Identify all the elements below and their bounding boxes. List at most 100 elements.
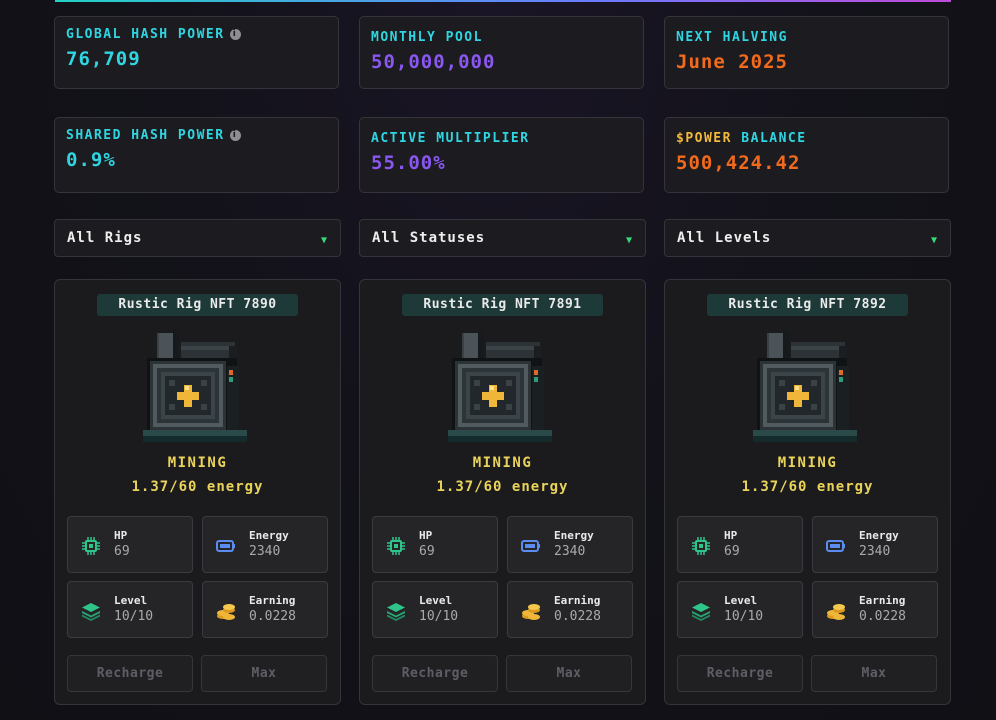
stat-global-hash-power: GLOBAL HASH POWER i 76,709 xyxy=(54,16,339,89)
info-icon[interactable]: i xyxy=(229,130,241,141)
stat-tile-earning: Earning 0.0228 xyxy=(507,581,633,638)
stat-tile-earning: Earning 0.0228 xyxy=(202,581,328,638)
stat-tile-label: Level xyxy=(114,594,148,607)
stat-tile-label: Earning xyxy=(554,594,601,607)
stat-tile-energy: Energy 2340 xyxy=(202,516,328,573)
stat-value: June 2025 xyxy=(676,51,788,73)
filter-rigs-select[interactable]: All Rigs ▼ xyxy=(54,219,341,257)
stat-label: MONTHLY POOL xyxy=(371,30,483,45)
stat-tile-value: 69 xyxy=(724,544,740,559)
stat-label: ACTIVE MULTIPLIER xyxy=(371,131,530,146)
stat-tile-label: Energy xyxy=(859,529,899,542)
stat-value: 50,000,000 xyxy=(371,51,496,73)
top-accent-bar xyxy=(55,0,951,2)
coins-icon xyxy=(827,604,845,620)
stat-label: BALANCE xyxy=(731,131,807,146)
layers-icon xyxy=(692,603,710,621)
rig-card[interactable]: Rustic Rig NFT 7891 MINING 1.37/60 energ… xyxy=(359,279,646,705)
recharge-button[interactable]: Recharge xyxy=(677,655,803,692)
stat-tile-hp: HP 69 xyxy=(67,516,193,573)
rig-title: Rustic Rig NFT 7891 xyxy=(402,294,603,316)
rig-status: MINING xyxy=(472,455,533,471)
stat-tile-value: 2340 xyxy=(249,544,281,559)
layers-icon xyxy=(82,603,100,621)
stat-tile-label: Earning xyxy=(859,594,906,607)
stat-tile-value: 2340 xyxy=(859,544,891,559)
stat-tile-hp: HP 69 xyxy=(372,516,498,573)
chip-icon xyxy=(387,537,405,555)
filter-label: All Rigs xyxy=(67,230,143,246)
recharge-button[interactable]: Recharge xyxy=(67,655,193,692)
rig-title: Rustic Rig NFT 7892 xyxy=(707,294,908,316)
mining-rig-icon xyxy=(448,330,552,442)
stat-label: SHARED HASH POWER xyxy=(66,128,225,143)
filter-label: All Statuses xyxy=(372,230,486,246)
max-button[interactable]: Max xyxy=(201,655,327,692)
rig-card[interactable]: Rustic Rig NFT 7892 MINING 1.37/60 energ… xyxy=(664,279,951,705)
stat-tile-label: Level xyxy=(419,594,453,607)
stat-label: NEXT HALVING xyxy=(676,30,788,45)
stat-label: GLOBAL HASH POWER xyxy=(66,27,225,42)
stat-tile-energy: Energy 2340 xyxy=(812,516,938,573)
recharge-button[interactable]: Recharge xyxy=(372,655,498,692)
mining-rig-icon xyxy=(753,330,857,442)
stat-tile-value: 0.0228 xyxy=(859,609,906,624)
stat-tile-value: 0.0228 xyxy=(249,609,296,624)
stat-tile-label: HP xyxy=(419,529,433,542)
rig-card[interactable]: Rustic Rig NFT 7890 MINING 1.37/60 energ… xyxy=(54,279,341,705)
stat-tile-value: 10/10 xyxy=(419,609,459,624)
filter-label: All Levels xyxy=(677,230,772,246)
battery-icon xyxy=(521,540,540,552)
stat-value: 76,709 xyxy=(66,48,141,70)
chip-icon xyxy=(82,537,100,555)
stat-power-balance: $POWER BALANCE 500,424.42 xyxy=(664,117,949,193)
stat-monthly-pool: MONTHLY POOL 50,000,000 xyxy=(359,16,644,89)
stat-tile-label: Earning xyxy=(249,594,296,607)
stat-tile-value: 10/10 xyxy=(724,609,764,624)
rig-status: MINING xyxy=(167,455,228,471)
stat-tile-value: 2340 xyxy=(554,544,586,559)
rig-title: Rustic Rig NFT 7890 xyxy=(97,294,298,316)
rig-energy-level: 1.37/60 energy xyxy=(131,479,264,495)
stat-active-multiplier: ACTIVE MULTIPLIER 55.00% xyxy=(359,117,644,193)
coins-icon xyxy=(522,604,540,620)
stat-tile-value: 10/10 xyxy=(114,609,154,624)
stat-tile-label: HP xyxy=(114,529,128,542)
stat-value: 0.9% xyxy=(66,149,116,171)
stat-tile-level: Level 10/10 xyxy=(67,581,193,638)
stat-tile-value: 0.0228 xyxy=(554,609,601,624)
stat-value: 500,424.42 xyxy=(676,152,801,174)
battery-icon xyxy=(216,540,235,552)
stat-tile-value: 69 xyxy=(419,544,435,559)
chevron-down-icon: ▼ xyxy=(320,234,328,246)
chevron-down-icon: ▼ xyxy=(930,234,938,246)
mining-rig-icon xyxy=(143,330,247,442)
coins-icon xyxy=(217,604,235,620)
stat-shared-hash-power: SHARED HASH POWER i 0.9% xyxy=(54,117,339,193)
max-button[interactable]: Max xyxy=(811,655,937,692)
stat-tile-hp: HP 69 xyxy=(677,516,803,573)
stat-tile-level: Level 10/10 xyxy=(372,581,498,638)
stat-tile-label: HP xyxy=(724,529,738,542)
rig-energy-level: 1.37/60 energy xyxy=(436,479,569,495)
rig-status: MINING xyxy=(777,455,838,471)
max-button[interactable]: Max xyxy=(506,655,632,692)
stat-label-token: $POWER xyxy=(676,131,732,146)
info-icon[interactable]: i xyxy=(229,29,241,40)
battery-icon xyxy=(826,540,845,552)
stat-tile-energy: Energy 2340 xyxy=(507,516,633,573)
chip-icon xyxy=(692,537,710,555)
stat-next-halving: NEXT HALVING June 2025 xyxy=(664,16,949,89)
stat-tile-value: 69 xyxy=(114,544,130,559)
rig-energy-level: 1.37/60 energy xyxy=(741,479,874,495)
layers-icon xyxy=(387,603,405,621)
stat-tile-label: Energy xyxy=(554,529,594,542)
chevron-down-icon: ▼ xyxy=(625,234,633,246)
filter-levels-select[interactable]: All Levels ▼ xyxy=(664,219,951,257)
stat-tile-level: Level 10/10 xyxy=(677,581,803,638)
stat-tile-earning: Earning 0.0228 xyxy=(812,581,938,638)
filter-statuses-select[interactable]: All Statuses ▼ xyxy=(359,219,646,257)
stat-tile-label: Level xyxy=(724,594,758,607)
stat-tile-label: Energy xyxy=(249,529,289,542)
stat-value: 55.00% xyxy=(371,152,446,174)
